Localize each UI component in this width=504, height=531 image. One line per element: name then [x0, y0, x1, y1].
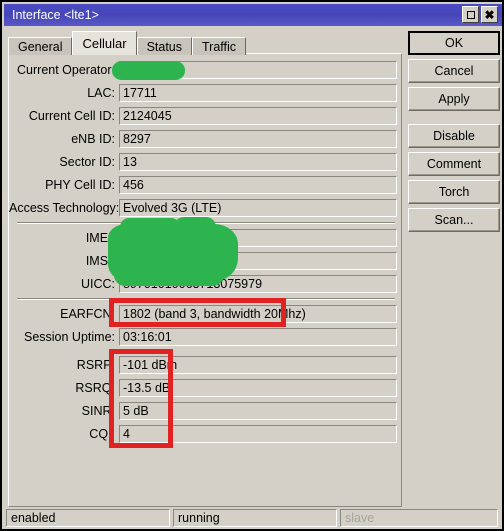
maximize-icon[interactable] [462, 6, 479, 23]
value-session-uptime[interactable]: 03:16:01 [119, 328, 397, 346]
label-imsi: IMSI: [85, 254, 115, 268]
title-bar: Interface <lte1> ✖ [4, 4, 502, 26]
value-current-cell-id[interactable]: 2124045 [119, 107, 397, 125]
cancel-button[interactable]: Cancel [408, 59, 500, 83]
apply-button[interactable]: Apply [408, 87, 500, 111]
status-slave: slave [340, 509, 498, 527]
value-rsrp[interactable]: -101 dBm [119, 356, 397, 374]
comment-button[interactable]: Comment [408, 152, 500, 176]
value-sector-id[interactable]: 13 [119, 153, 397, 171]
value-access-technology[interactable]: Evolved 3G (LTE) [119, 199, 397, 217]
value-sinr[interactable]: 5 dB [119, 402, 397, 420]
field-row-session-uptime: Session Uptime: 03:16:01 [9, 327, 401, 347]
tab-cellular[interactable]: Cellular [72, 31, 137, 55]
close-icon[interactable]: ✖ [481, 6, 498, 23]
label-rsrp: RSRP: [76, 358, 115, 372]
value-cqi[interactable]: 4 [119, 425, 397, 443]
status-bar: enabled running slave [6, 509, 502, 527]
button-group-spacer [408, 115, 500, 124]
cellular-tab-panel: Current Operator: LAC: 17711 Current Cel… [8, 53, 402, 507]
field-row-uicc: UICC: 89701010063713075979 [9, 274, 401, 294]
label-cqi: CQI: [89, 427, 115, 441]
ok-button[interactable]: OK [408, 31, 500, 55]
status-enabled: enabled [6, 509, 170, 527]
dialog-button-column: OK Cancel Apply Disable Comment Torch Sc… [408, 31, 500, 236]
tab-traffic[interactable]: Traffic [192, 37, 247, 55]
tab-status[interactable]: Status [136, 37, 192, 55]
field-row-imsi: IMSI: [9, 251, 401, 271]
field-row-lac: LAC: 17711 [9, 83, 401, 103]
label-imei: IMEI: [85, 231, 115, 245]
status-running: running [173, 509, 337, 527]
label-session-uptime: Session Uptime: [23, 330, 115, 344]
label-rsrq: RSRQ: [75, 381, 115, 395]
label-enb-id: eNB ID: [71, 132, 115, 146]
field-row-cqi: CQI: 4 [9, 424, 401, 444]
field-row-access-technology: Access Technology: Evolved 3G (LTE) [9, 198, 401, 218]
window-controls: ✖ [462, 6, 498, 23]
field-row-current-cell-id: Current Cell ID: 2124045 [9, 106, 401, 126]
label-earfcn: EARFCN: [60, 307, 115, 321]
value-current-operator[interactable] [119, 61, 397, 79]
value-uicc[interactable]: 89701010063713075979 [119, 275, 397, 293]
value-imei[interactable] [119, 229, 397, 247]
field-row-rsrp: RSRP: -101 dBm [9, 355, 401, 375]
separator-identity [17, 222, 395, 224]
label-lac: LAC: [87, 86, 115, 100]
separator-signal [17, 298, 395, 300]
window-title: Interface <lte1> [12, 8, 99, 22]
value-rsrq[interactable]: -13.5 dB [119, 379, 397, 397]
tab-strip: General Cellular Status Traffic [8, 29, 247, 55]
label-current-cell-id: Current Cell ID: [28, 109, 115, 123]
tab-general[interactable]: General [8, 37, 73, 55]
value-lac[interactable]: 17711 [119, 84, 397, 102]
torch-button[interactable]: Torch [408, 180, 500, 204]
label-sector-id: Sector ID: [59, 155, 115, 169]
interface-dialog-window: Interface <lte1> ✖ General Cellular Stat… [0, 0, 504, 531]
field-row-phy-cell-id: PHY Cell ID: 456 [9, 175, 401, 195]
label-uicc: UICC: [80, 277, 115, 291]
scan-button[interactable]: Scan... [408, 208, 500, 232]
label-sinr: SINR: [81, 404, 115, 418]
field-row-current-operator: Current Operator: [9, 60, 401, 80]
value-phy-cell-id[interactable]: 456 [119, 176, 397, 194]
value-earfcn[interactable]: 1802 (band 3, bandwidth 20Mhz) [119, 305, 397, 323]
field-row-imei: IMEI: [9, 228, 401, 248]
maximize-glyph [466, 10, 475, 19]
field-row-sinr: SINR: 5 dB [9, 401, 401, 421]
label-access-technology: Access Technology: [9, 201, 120, 215]
value-enb-id[interactable]: 8297 [119, 130, 397, 148]
label-phy-cell-id: PHY Cell ID: [45, 178, 115, 192]
close-glyph: ✖ [484, 7, 495, 22]
label-current-operator: Current Operator: [17, 63, 115, 77]
field-row-rsrq: RSRQ: -13.5 dB [9, 378, 401, 398]
field-row-enb-id: eNB ID: 8297 [9, 129, 401, 149]
disable-button[interactable]: Disable [408, 124, 500, 148]
field-row-earfcn: EARFCN: 1802 (band 3, bandwidth 20Mhz) [9, 304, 401, 324]
field-row-sector-id: Sector ID: 13 [9, 152, 401, 172]
value-imsi[interactable] [119, 252, 397, 270]
